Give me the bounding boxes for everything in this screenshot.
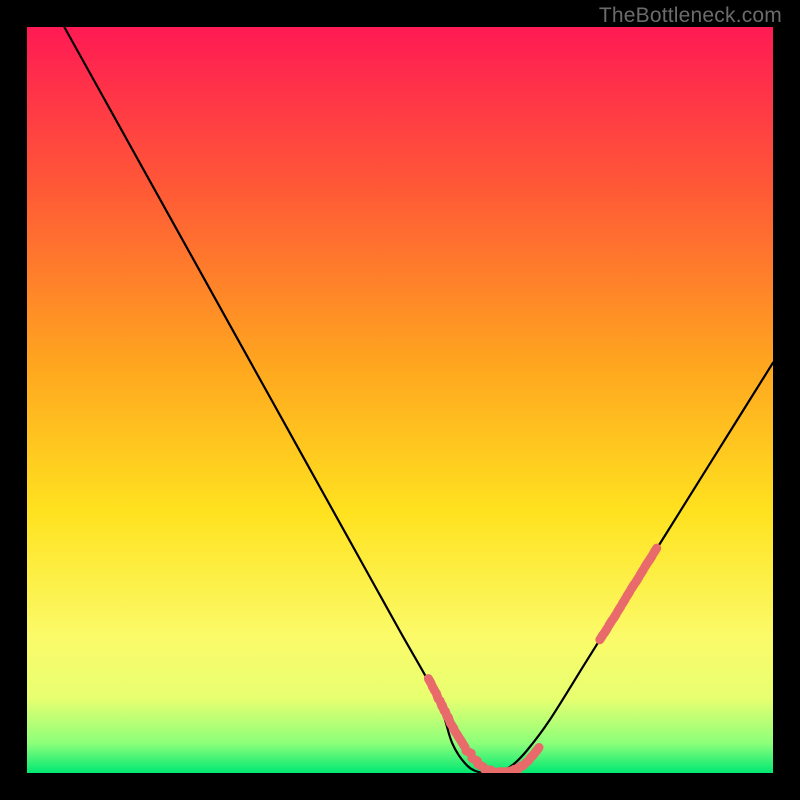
plot-area xyxy=(27,27,773,773)
watermark-text: TheBottleneck.com xyxy=(599,4,782,28)
chart-svg xyxy=(27,27,773,773)
gradient-background xyxy=(27,27,773,773)
chart-frame: TheBottleneck.com xyxy=(0,0,800,800)
